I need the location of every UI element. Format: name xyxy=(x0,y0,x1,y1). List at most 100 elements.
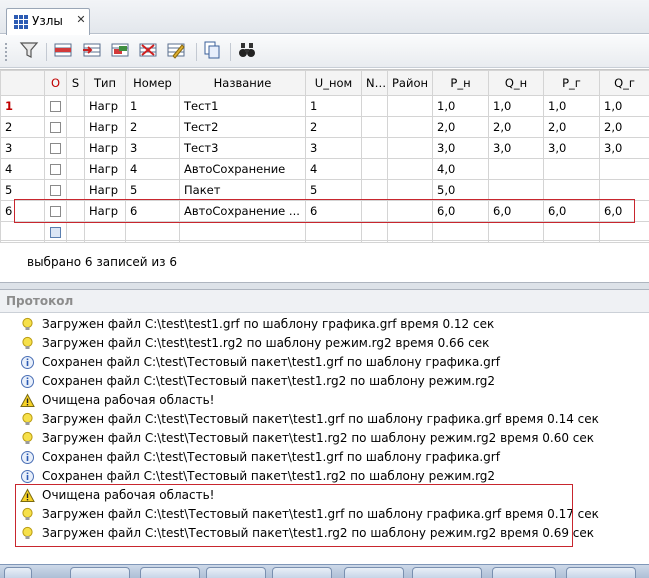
unom-cell[interactable]: 1 xyxy=(305,95,362,117)
qg-cell[interactable] xyxy=(599,158,649,180)
row-number[interactable]: 2 xyxy=(0,116,45,138)
column-header-n[interactable]: N... xyxy=(361,70,388,96)
column-header-qn[interactable]: Q_н xyxy=(488,70,544,96)
name-cell[interactable]: Тест3 xyxy=(179,137,306,159)
nomer-cell[interactable]: 2 xyxy=(125,116,180,138)
n-cell[interactable] xyxy=(361,95,388,117)
s-cell[interactable] xyxy=(66,179,85,201)
pg-cell[interactable]: 1,0 xyxy=(543,95,600,117)
checkbox[interactable] xyxy=(50,164,61,175)
o-cell[interactable] xyxy=(44,158,67,180)
rayon-cell[interactable] xyxy=(387,179,433,201)
o-cell[interactable] xyxy=(44,179,67,201)
row-number[interactable]: 5 xyxy=(0,179,45,201)
pn-cell[interactable]: 4,0 xyxy=(432,158,489,180)
tip-cell[interactable]: Нагр xyxy=(84,137,126,159)
pn-cell[interactable]: 5,0 xyxy=(432,179,489,201)
pn-cell[interactable]: 3,0 xyxy=(432,137,489,159)
n-cell[interactable] xyxy=(361,158,388,180)
taskbar-button[interactable] xyxy=(70,567,130,578)
qg-cell[interactable] xyxy=(599,179,649,201)
close-icon[interactable]: ✕ xyxy=(75,14,87,26)
taskbar-button[interactable] xyxy=(412,567,482,578)
qn-cell[interactable]: 1,0 xyxy=(488,95,544,117)
row-number[interactable]: 4 xyxy=(0,158,45,180)
taskbar-button[interactable] xyxy=(566,567,636,578)
taskbar-button[interactable] xyxy=(492,567,556,578)
column-header-pn[interactable]: P_н xyxy=(432,70,489,96)
rayon-cell[interactable] xyxy=(387,95,433,117)
column-header-qg[interactable]: Q_г xyxy=(599,70,649,96)
checkbox[interactable] xyxy=(50,143,61,154)
append-row-icon[interactable] xyxy=(82,41,104,61)
delete-row-icon[interactable] xyxy=(138,41,160,61)
row-number[interactable]: 3 xyxy=(0,137,45,159)
table-row[interactable]: 1 Нагр 1 Тест1 1 1,0 1,0 1,0 1,0 xyxy=(0,95,649,117)
nomer-cell[interactable]: 4 xyxy=(125,158,180,180)
unom-cell[interactable]: 2 xyxy=(305,116,362,138)
table-row[interactable]: 2 Нагр 2 Тест2 2 2,0 2,0 2,0 2,0 xyxy=(0,116,649,138)
column-header-unom[interactable]: U_ном xyxy=(305,70,362,96)
column-header-o[interactable]: О xyxy=(44,70,67,96)
pg-cell[interactable]: 3,0 xyxy=(543,137,600,159)
qn-cell[interactable]: 3,0 xyxy=(488,137,544,159)
qg-cell[interactable]: 3,0 xyxy=(599,137,649,159)
pn-cell[interactable]: 1,0 xyxy=(432,95,489,117)
pg-cell[interactable] xyxy=(543,158,600,180)
tip-cell[interactable]: Нагр xyxy=(84,116,126,138)
s-cell[interactable] xyxy=(66,158,85,180)
pg-cell[interactable] xyxy=(543,179,600,201)
o-cell[interactable] xyxy=(44,116,67,138)
tip-cell[interactable]: Нагр xyxy=(84,158,126,180)
edit-table-icon[interactable] xyxy=(166,41,188,61)
binoculars-icon[interactable] xyxy=(237,41,259,61)
table-row[interactable]: 3 Нагр 3 Тест3 3 3,0 3,0 3,0 3,0 xyxy=(0,137,649,159)
column-header-tip[interactable]: Тип xyxy=(84,70,126,96)
column-header-rayon[interactable]: Район xyxy=(387,70,433,96)
unom-cell[interactable]: 3 xyxy=(305,137,362,159)
taskbar-button[interactable] xyxy=(206,567,266,578)
tip-cell[interactable]: Нагр xyxy=(84,95,126,117)
name-cell[interactable]: Тест1 xyxy=(179,95,306,117)
duplicate-row-icon[interactable] xyxy=(110,41,132,61)
rayon-cell[interactable] xyxy=(387,137,433,159)
n-cell[interactable] xyxy=(361,137,388,159)
unom-cell[interactable]: 5 xyxy=(305,179,362,201)
pg-cell[interactable]: 2,0 xyxy=(543,116,600,138)
qn-cell[interactable] xyxy=(488,158,544,180)
n-cell[interactable] xyxy=(361,179,388,201)
nomer-cell[interactable]: 1 xyxy=(125,95,180,117)
qg-cell[interactable]: 1,0 xyxy=(599,95,649,117)
toolbar-grip[interactable] xyxy=(5,43,8,61)
rayon-cell[interactable] xyxy=(387,116,433,138)
o-cell[interactable] xyxy=(44,137,67,159)
unom-cell[interactable]: 4 xyxy=(305,158,362,180)
column-header-name[interactable]: Название xyxy=(179,70,306,96)
qn-cell[interactable] xyxy=(488,179,544,201)
tip-cell[interactable]: Нагр xyxy=(84,179,126,201)
taskbar-button[interactable] xyxy=(140,567,200,578)
panel-splitter[interactable] xyxy=(0,282,649,290)
table-row[interactable]: 5 Нагр 5 Пакет 5 5,0 xyxy=(0,179,649,201)
checkbox[interactable] xyxy=(50,122,61,133)
table-row[interactable]: 4 Нагр 4 АвтоСохранение 4 4,0 xyxy=(0,158,649,180)
column-header-nomer[interactable]: Номер xyxy=(125,70,180,96)
s-cell[interactable] xyxy=(66,116,85,138)
rayon-cell[interactable] xyxy=(387,158,433,180)
row-number[interactable]: 1 xyxy=(0,95,45,117)
s-cell[interactable] xyxy=(66,137,85,159)
column-header-pg[interactable]: P_г xyxy=(543,70,600,96)
taskbar-button[interactable] xyxy=(344,567,404,578)
taskbar-button[interactable] xyxy=(4,567,32,578)
pn-cell[interactable]: 2,0 xyxy=(432,116,489,138)
column-header-s[interactable]: S xyxy=(66,70,85,96)
nomer-cell[interactable]: 3 xyxy=(125,137,180,159)
checkbox[interactable] xyxy=(50,227,61,238)
name-cell[interactable]: Тест2 xyxy=(179,116,306,138)
n-cell[interactable] xyxy=(361,116,388,138)
nomer-cell[interactable]: 5 xyxy=(125,179,180,201)
insert-row-icon[interactable] xyxy=(53,41,75,61)
filter-icon[interactable] xyxy=(19,41,41,61)
taskbar-button[interactable] xyxy=(272,567,332,578)
name-cell[interactable]: АвтоСохранение xyxy=(179,158,306,180)
